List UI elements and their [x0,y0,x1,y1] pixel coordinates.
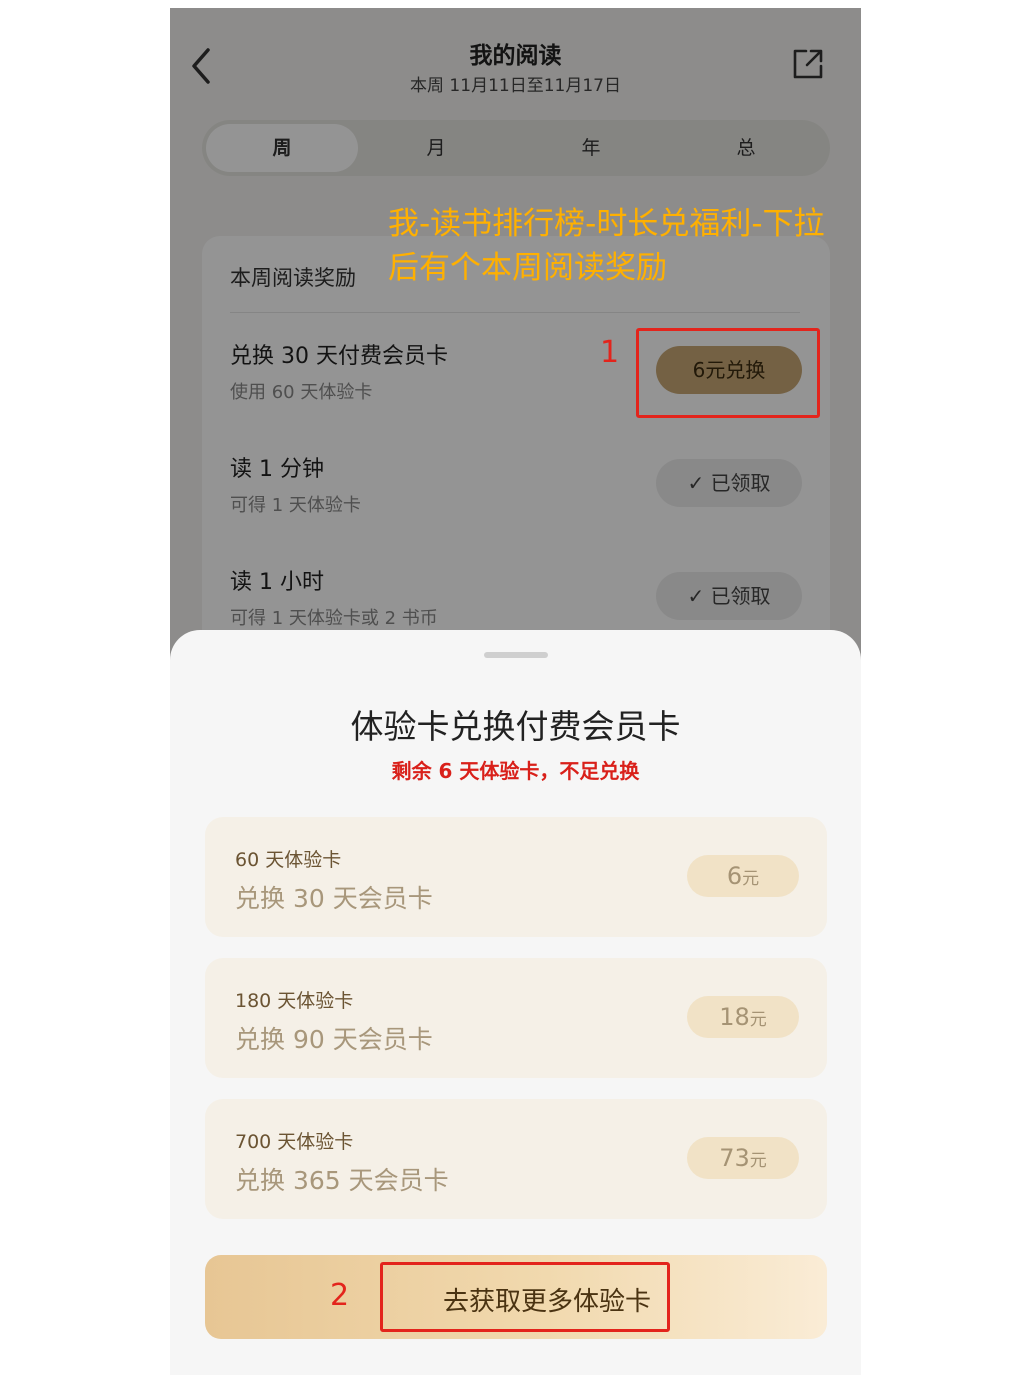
exchange-description: 兑换 30 天会员卡 [235,884,433,913]
price-unit: 元 [749,1151,767,1171]
phone-screen: 我的阅读 本周 11月11日至11月17日 周 月 年 总 本周阅读奖励 兑换 … [170,8,861,1375]
bottom-sheet: 体验卡兑换付费会员卡 剩余 6 天体验卡，不足兑换 60 天体验卡 兑换 30 … [170,630,861,1375]
exchange-description: 兑换 90 天会员卡 [235,1025,433,1054]
price-unit: 元 [742,869,760,889]
exchange-option-card[interactable]: 180 天体验卡 兑换 90 天会员卡 18元 [205,958,827,1078]
trial-card-amount: 180 天体验卡 [235,990,354,1012]
highlight-box-cta [380,1262,670,1332]
price-value: 18 [719,1003,750,1031]
sheet-title: 体验卡兑换付费会员卡 [350,707,681,746]
exchange-option-card[interactable]: 60 天体验卡 兑换 30 天会员卡 6元 [205,817,827,937]
sheet-drag-handle[interactable] [484,652,548,658]
price-unit: 元 [749,1010,767,1030]
annotation-line-2: 后有个本周阅读奖励 [388,250,667,286]
trial-card-amount: 60 天体验卡 [235,849,342,871]
price-button[interactable]: 73元 [687,1137,799,1179]
exchange-description: 兑换 365 天会员卡 [235,1166,449,1195]
annotation-number-1: 1 [600,335,620,370]
trial-card-amount: 700 天体验卡 [235,1131,354,1153]
annotation-line-1: 我-读书排行榜-时长兑福利-下拉 [388,206,825,242]
exchange-option-card[interactable]: 700 天体验卡 兑换 365 天会员卡 73元 [205,1099,827,1219]
price-value: 73 [719,1144,750,1172]
insufficient-balance-note: 剩余 6 天体验卡，不足兑换 [391,759,640,783]
price-button[interactable]: 18元 [687,996,799,1038]
price-button[interactable]: 6元 [687,855,799,897]
annotation-number-2: 2 [330,1278,350,1313]
highlight-box-exchange [636,328,820,418]
price-value: 6 [726,862,743,890]
